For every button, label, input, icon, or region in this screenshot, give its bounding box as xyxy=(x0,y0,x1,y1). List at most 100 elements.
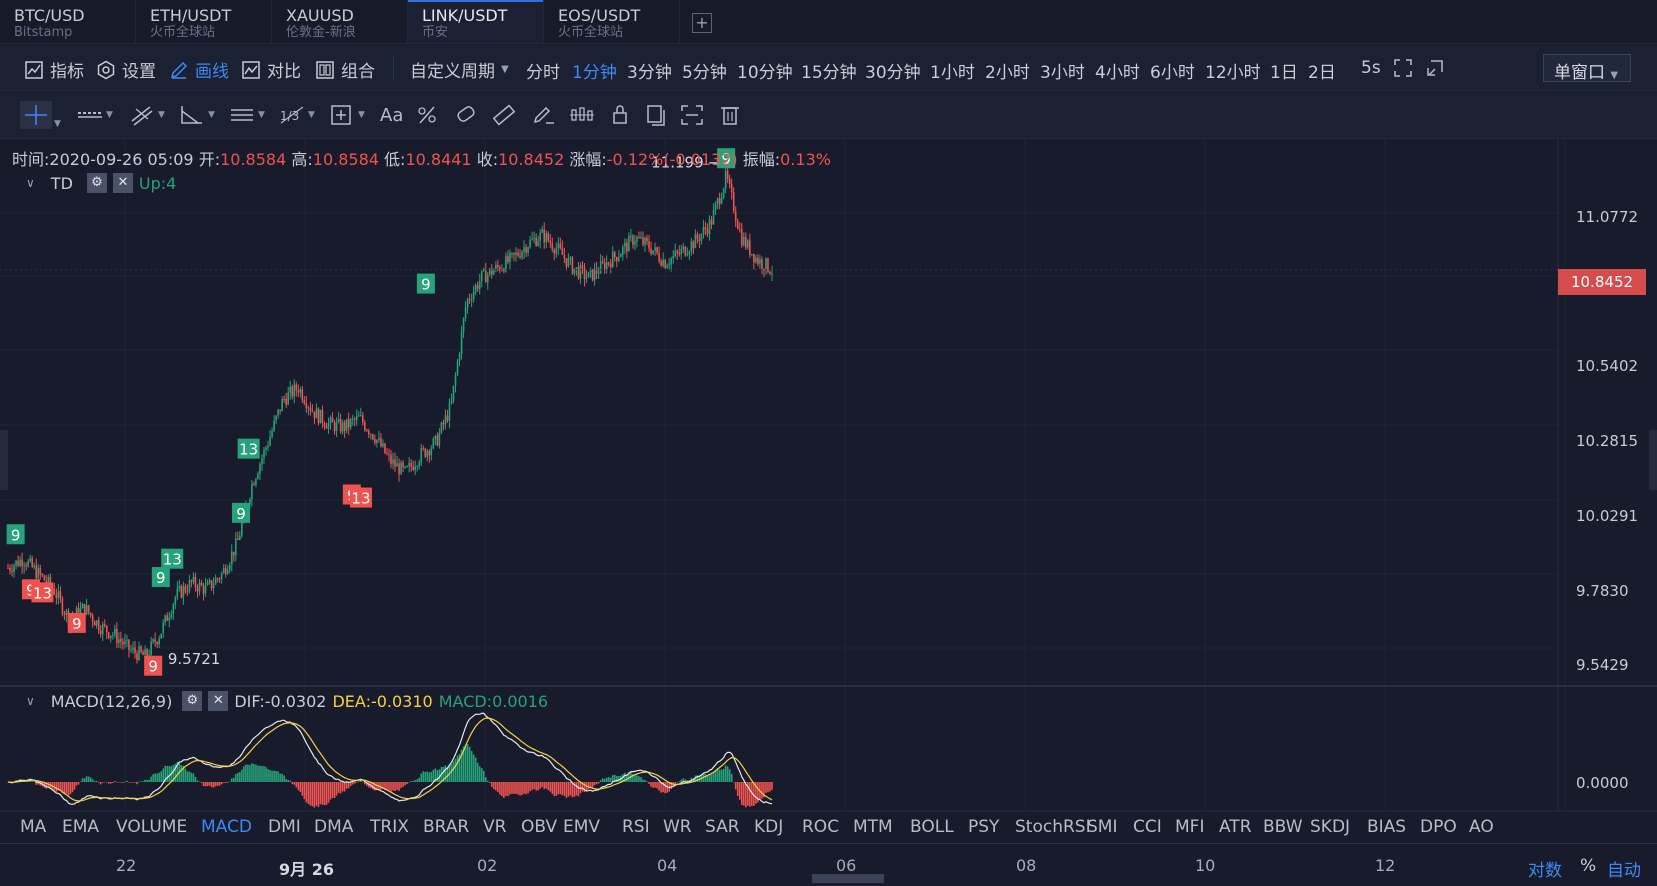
indicator-psy[interactable]: PSY xyxy=(968,817,999,837)
indicator-volume[interactable]: VOLUME xyxy=(116,817,187,837)
period-4h[interactable]: 4小时 xyxy=(1095,58,1140,83)
indicator-sar[interactable]: SAR xyxy=(705,817,740,837)
indicator-mfi[interactable]: MFI xyxy=(1175,817,1204,837)
window-mode-dropdown[interactable]: 单窗口 ▼ xyxy=(1543,54,1631,83)
indicator-bbw[interactable]: BBW xyxy=(1263,817,1303,837)
draw-button[interactable]: 画线 xyxy=(169,57,229,82)
parallel-channel-tool[interactable]: ▼ xyxy=(228,101,265,129)
indicator-rsi[interactable]: RSI xyxy=(622,817,650,837)
right-panel-handle[interactable] xyxy=(1649,430,1657,490)
text-tool[interactable]: Aa xyxy=(380,101,403,129)
copy-tool[interactable] xyxy=(642,101,670,129)
screenshot-tool[interactable] xyxy=(678,101,706,129)
log-scale-toggle[interactable]: 对数 xyxy=(1528,856,1562,881)
custom-period-dropdown[interactable]: 自定义周期 ▼ xyxy=(410,57,509,82)
collapse-chevron-icon[interactable]: ∨ xyxy=(26,694,35,708)
indicator-dma[interactable]: DMA xyxy=(314,817,353,837)
indicator-dmi[interactable]: DMI xyxy=(268,817,301,837)
indicator-wr[interactable]: WR xyxy=(663,817,692,837)
period-timeline[interactable]: 分时 xyxy=(526,58,560,83)
macd-histogram-bar xyxy=(736,782,739,796)
pencil-tool[interactable] xyxy=(530,101,558,129)
indicator-stochrsi[interactable]: StochRSI xyxy=(1015,817,1091,837)
indicator-bias[interactable]: BIAS xyxy=(1367,817,1406,837)
tab-eth-usdt[interactable]: ETH/USDT 火币全球站 xyxy=(136,0,272,43)
period-3h[interactable]: 3小时 xyxy=(1040,58,1085,83)
tab-btc-usd[interactable]: BTC/USD Bitstamp xyxy=(0,0,136,43)
indicator-emv[interactable]: EMV xyxy=(563,817,600,837)
indicator-brar[interactable]: BRAR xyxy=(423,817,469,837)
indicator-smi[interactable]: SMI xyxy=(1087,817,1117,837)
period-5min[interactable]: 5分钟 xyxy=(682,58,727,83)
period-3min[interactable]: 3分钟 xyxy=(627,58,672,83)
macd-histogram-bar xyxy=(204,782,207,787)
period-1d[interactable]: 1日 xyxy=(1270,58,1298,83)
indicator-dpo[interactable]: DPO xyxy=(1420,817,1457,837)
chevron-down-icon[interactable]: ▼ xyxy=(54,110,61,138)
period-2h[interactable]: 2小时 xyxy=(985,58,1030,83)
indicator-ao[interactable]: AO xyxy=(1469,817,1494,837)
settings-button[interactable]: 设置 xyxy=(96,57,156,82)
candle-body xyxy=(146,649,148,656)
indicator-ma[interactable]: MA xyxy=(20,817,46,837)
candle-body xyxy=(640,237,642,239)
chart-area[interactable]: 11.199 →← 9.572199139913991391399 xyxy=(0,140,1657,886)
compare-icon xyxy=(242,60,260,79)
left-panel-handle[interactable] xyxy=(0,430,8,490)
indicator-macd[interactable]: MACD xyxy=(201,817,252,837)
pattern-tool[interactable] xyxy=(568,101,596,129)
indicator-atr[interactable]: ATR xyxy=(1219,817,1252,837)
macd-histogram-bar xyxy=(710,774,713,782)
period-10min[interactable]: 10分钟 xyxy=(737,58,793,83)
gear-icon[interactable]: ⚙ xyxy=(86,173,107,193)
rectangle-tool[interactable]: ▼ xyxy=(328,101,365,129)
indicators-button[interactable]: 指标 xyxy=(24,57,84,82)
trend-line-tool[interactable]: ▼ xyxy=(128,101,165,129)
time-scroll-handle[interactable] xyxy=(812,874,884,883)
horizontal-line-tool[interactable]: ▼ xyxy=(76,101,113,129)
collapse-chevron-icon[interactable]: ∨ xyxy=(26,176,35,190)
period-1min[interactable]: 1分钟 xyxy=(572,58,617,83)
auto-scale-toggle[interactable]: 自动 xyxy=(1607,856,1641,881)
angle-tool[interactable]: ▼ xyxy=(178,101,215,129)
lock-tool[interactable] xyxy=(606,101,634,129)
period-2d[interactable]: 2日 xyxy=(1308,58,1336,83)
combine-button[interactable]: 组合 xyxy=(315,57,375,82)
tab-xauusd[interactable]: XAUUSD 伦敦金-新浪 xyxy=(272,0,408,43)
screenshot-icon[interactable] xyxy=(1425,58,1445,78)
period-15min[interactable]: 15分钟 xyxy=(801,58,857,83)
ruler-tool[interactable] xyxy=(490,101,518,129)
indicator-vr[interactable]: VR xyxy=(483,817,506,837)
period-30min[interactable]: 30分钟 xyxy=(865,58,921,83)
candle-body xyxy=(93,621,96,626)
tab-link-usdt[interactable]: LINK/USDT 币安 xyxy=(408,0,544,43)
indicator-ema[interactable]: EMA xyxy=(62,817,99,837)
indicator-mtm[interactable]: MTM xyxy=(853,817,893,837)
add-tab-button[interactable]: + xyxy=(692,13,712,33)
indicator-cci[interactable]: CCI xyxy=(1133,817,1162,837)
tab-eos-usdt[interactable]: EOS/USDT 火币全球站 xyxy=(544,0,680,43)
td-marker-label: 13 xyxy=(351,490,370,508)
close-icon[interactable]: ✕ xyxy=(208,691,229,711)
delete-tool[interactable] xyxy=(716,101,744,129)
compare-button[interactable]: 对比 xyxy=(241,57,301,82)
period-12h[interactable]: 12小时 xyxy=(1205,58,1261,83)
indicator-trix[interactable]: TRIX xyxy=(370,817,409,837)
indicator-boll[interactable]: BOLL xyxy=(910,817,954,837)
fibonacci-tool[interactable]: 1/3▼ xyxy=(278,101,315,129)
period-1h[interactable]: 1小时 xyxy=(930,58,975,83)
crosshair-tool[interactable] xyxy=(20,101,52,129)
brush-tool[interactable] xyxy=(414,101,442,129)
fullscreen-icon[interactable] xyxy=(1393,58,1413,78)
refresh-interval[interactable]: 5s xyxy=(1361,58,1381,78)
indicator-skdj[interactable]: SKDJ xyxy=(1310,817,1350,837)
indicator-roc[interactable]: ROC xyxy=(802,817,839,837)
candle-body xyxy=(720,197,723,204)
gear-icon[interactable]: ⚙ xyxy=(182,691,203,711)
close-icon[interactable]: ✕ xyxy=(112,173,133,193)
indicator-obv[interactable]: OBV xyxy=(521,817,557,837)
indicator-kdj[interactable]: KDJ xyxy=(754,817,783,837)
percent-scale-toggle[interactable]: % xyxy=(1580,856,1596,876)
eraser-tool[interactable] xyxy=(452,101,480,129)
period-6h[interactable]: 6小时 xyxy=(1150,58,1195,83)
